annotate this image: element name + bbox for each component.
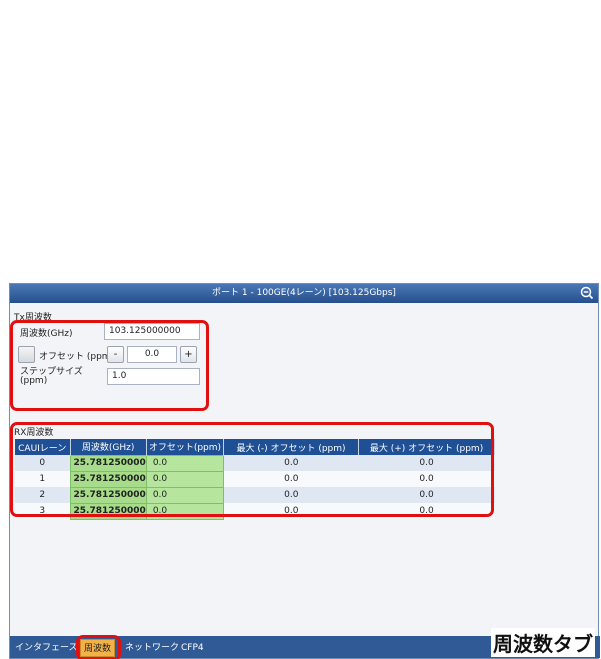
window-title: ポート 1 - 100GE(4レーン) [103.125Gbps] — [212, 288, 396, 298]
tab-interface[interactable]: インタフェース — [12, 639, 81, 657]
port-window: ポート 1 - 100GE(4レーン) [103.125Gbps] Tx周波数 … — [9, 283, 600, 659]
caption-label: 周波数タブ — [491, 628, 595, 657]
tab-cfp4[interactable]: CFP4 — [178, 639, 207, 657]
frequency-panel: Tx周波数 周波数(GHz) 103.125000000 オフセット (ppm)… — [10, 303, 598, 636]
tab-network[interactable]: ネットワーク — [122, 639, 182, 657]
tx-annotation-box — [10, 320, 209, 411]
tab-annotation-box — [76, 635, 121, 659]
rx-annotation-box — [10, 422, 494, 517]
window-titlebar: ポート 1 - 100GE(4レーン) [103.125Gbps] — [10, 284, 598, 303]
zoom-out-icon[interactable] — [580, 286, 594, 300]
